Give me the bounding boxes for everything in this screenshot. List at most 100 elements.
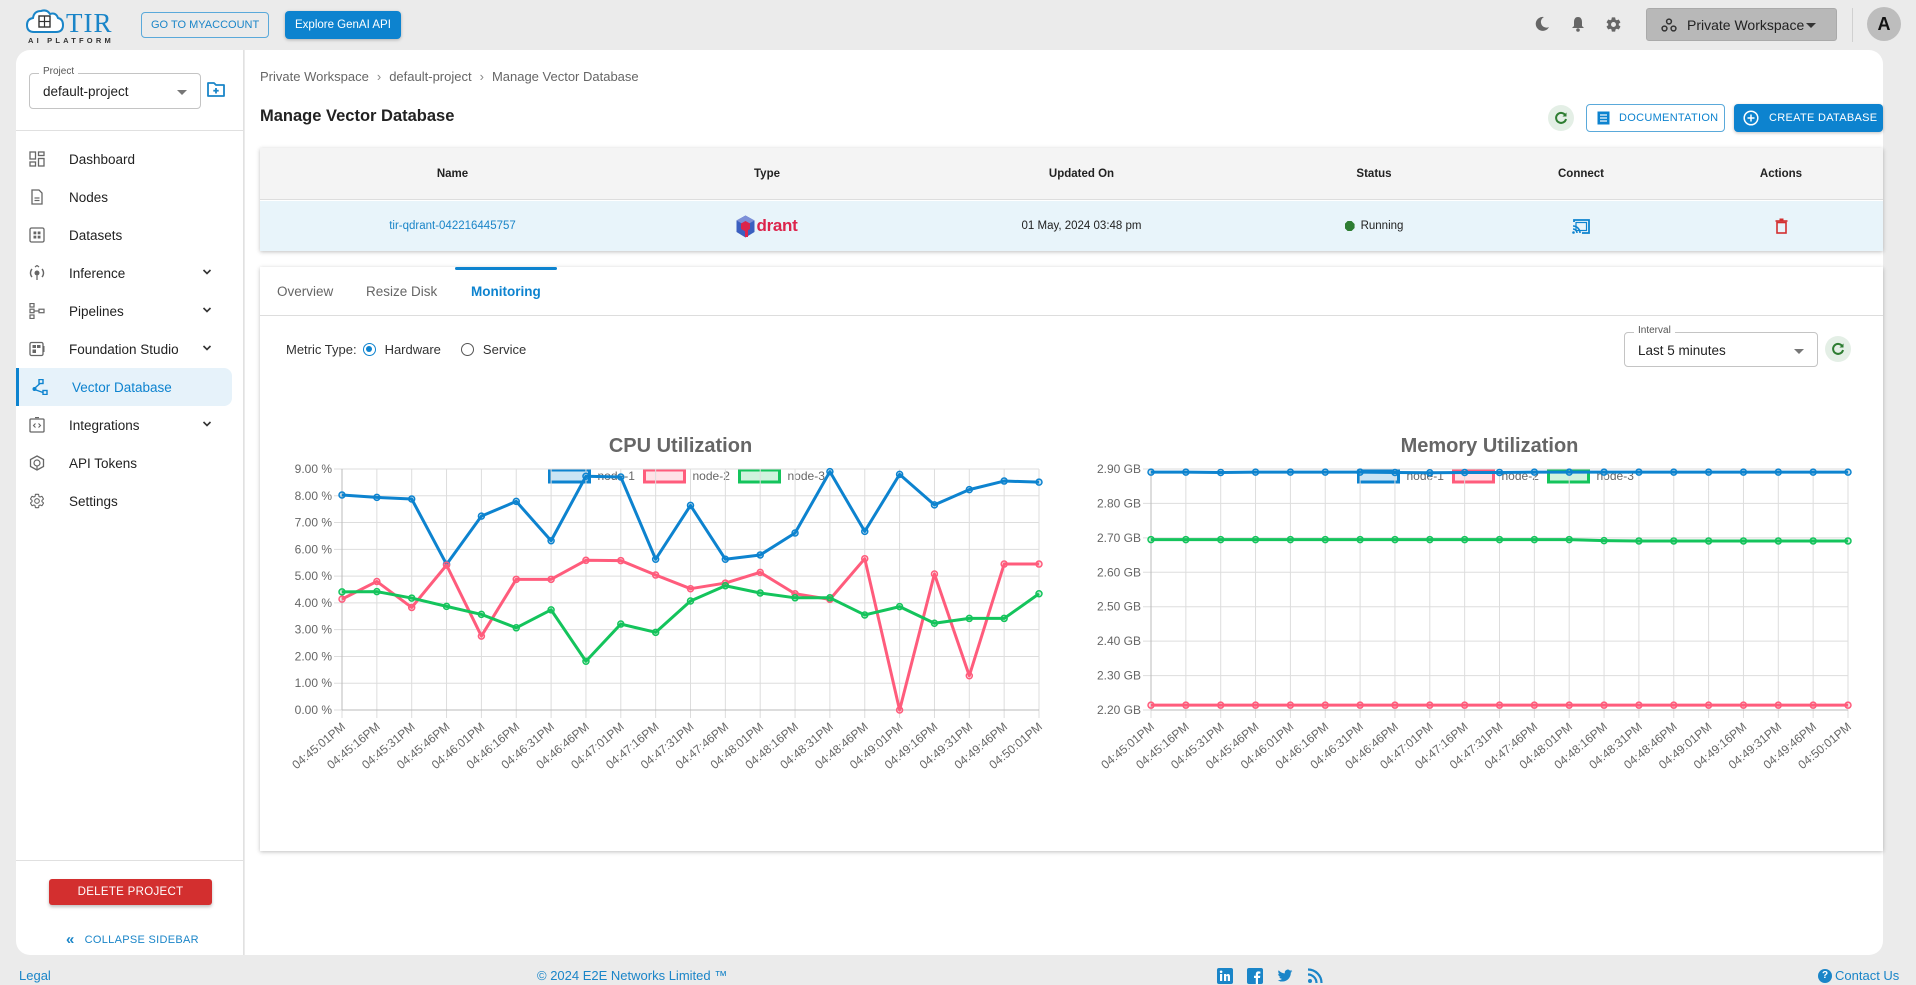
caret-down-icon	[1794, 349, 1804, 354]
chevron-down-icon	[202, 269, 212, 275]
y-tick-label: 3.00 %	[295, 623, 333, 637]
data-point-node-1	[791, 529, 799, 537]
moon-icon[interactable]	[1532, 14, 1552, 34]
chevron-down-icon	[202, 421, 212, 427]
table-row[interactable]: tir-qdrant-042216445757 drant 01 May, 20…	[260, 201, 1883, 251]
data-point-node-1	[895, 470, 904, 479]
create-database-button[interactable]: CREATE DATABASE	[1734, 104, 1883, 132]
sidebar-item-integrations[interactable]: Integrations	[16, 406, 244, 444]
delete-project-button[interactable]: DELETE PROJECT	[49, 879, 212, 905]
database-type-cell: drant	[645, 201, 889, 251]
legal-link[interactable]: Legal	[19, 968, 51, 983]
explore-genai-api-button[interactable]: Explore GenAI API	[285, 11, 401, 39]
delete-icon[interactable]	[1775, 218, 1788, 234]
legend-label: node-2	[693, 469, 731, 483]
data-point-node-2	[338, 595, 346, 603]
social-links	[1217, 968, 1323, 984]
data-point-node-1	[1739, 468, 1748, 476]
breadcrumb-item[interactable]: Private Workspace	[260, 69, 369, 84]
data-point-node-3	[1182, 535, 1190, 544]
cast-connect-icon[interactable]	[1571, 218, 1591, 235]
twitter-icon[interactable]	[1277, 968, 1293, 984]
gear-icon[interactable]	[1603, 14, 1623, 34]
avatar[interactable]: A	[1867, 7, 1901, 41]
studio-icon	[29, 341, 45, 357]
cloud-logo-icon	[26, 9, 64, 33]
add-folder-icon[interactable]	[207, 81, 225, 97]
data-point-node-2	[1251, 701, 1260, 709]
connect-cell	[1474, 201, 1688, 251]
data-point-node-3	[1600, 536, 1608, 545]
sidebar-item-datasets[interactable]: Datasets	[16, 216, 244, 254]
radio-service[interactable]	[460, 343, 474, 356]
add-circle-icon	[1743, 110, 1759, 126]
project-select[interactable]: Project default-project	[29, 66, 201, 109]
column-header-name: Name	[436, 167, 469, 180]
sidebar-item-pipelines[interactable]: Pipelines	[16, 292, 244, 330]
sidebar-item-foundation-studio[interactable]: Foundation Studio	[16, 330, 244, 368]
sidebar-item-label: Nodes	[69, 189, 109, 205]
data-point-node-3	[1286, 535, 1295, 544]
sidebar-item-label: Integrations	[69, 417, 140, 433]
sidebar-item-label: Inference	[69, 265, 126, 281]
database-name-link[interactable]: tir-qdrant-042216445757	[389, 220, 516, 232]
sidebar-item-nodes[interactable]: Nodes	[16, 178, 244, 216]
data-point-node-3	[1809, 537, 1817, 545]
legend-swatch	[643, 468, 686, 484]
data-point-node-3	[1035, 590, 1043, 598]
data-point-node-2	[1321, 701, 1329, 709]
sidebar-item-vector-database[interactable]: Vector Database	[16, 368, 232, 406]
breadcrumb-item[interactable]: default-project	[389, 69, 471, 84]
data-point-node-1	[930, 501, 939, 509]
data-point-node-1	[756, 551, 764, 559]
rss-icon[interactable]	[1307, 968, 1323, 984]
sidebar-item-api-tokens[interactable]: API Tokens	[16, 444, 244, 482]
data-point-node-2	[547, 575, 555, 584]
data-point-node-3	[895, 602, 904, 611]
data-point-node-1	[861, 527, 869, 536]
data-point-node-3	[1565, 535, 1573, 544]
vector-icon	[32, 379, 48, 395]
data-point-node-1	[338, 491, 346, 499]
metric-type-group: Metric Type: Hardware Service	[286, 342, 526, 357]
sidebar-item-dashboard[interactable]: Dashboard	[16, 140, 244, 178]
data-point-node-1	[1635, 468, 1643, 476]
interval-select-value: Last 5 minutes	[1638, 343, 1726, 358]
tab-resize-disk[interactable]: Resize Disk	[366, 267, 437, 316]
data-point-node-2	[1286, 701, 1295, 709]
contact-us-link[interactable]: ? Contact Us	[1818, 968, 1899, 983]
data-point-node-1	[373, 493, 381, 502]
workspace-selector[interactable]: Private Workspace	[1646, 8, 1837, 41]
interval-select[interactable]: Interval Last 5 minutes	[1624, 325, 1818, 367]
tir-logo[interactable]: TIR AI PLATFORM	[26, 6, 118, 45]
sidebar-item-label: Dashboard	[69, 151, 136, 167]
documentation-button[interactable]: DOCUMENTATION	[1586, 104, 1725, 132]
data-point-node-3	[338, 588, 346, 596]
refresh-metrics-button[interactable]	[1825, 336, 1851, 362]
facebook-icon[interactable]	[1247, 968, 1263, 984]
data-point-node-1	[1286, 468, 1295, 476]
tab-monitoring[interactable]: Monitoring	[471, 267, 541, 316]
collapse-sidebar-button[interactable]: « COLLAPSE SIDEBAR	[66, 931, 199, 948]
linkedin-icon[interactable]	[1217, 968, 1233, 984]
refresh-button[interactable]	[1548, 105, 1574, 131]
y-tick-label: 2.00 %	[295, 649, 333, 663]
radio-hardware[interactable]	[362, 343, 376, 356]
legend-swatch	[738, 468, 781, 484]
sidebar-item-settings[interactable]: Settings	[16, 482, 244, 520]
data-point-node-3	[617, 620, 625, 628]
token-icon	[29, 455, 45, 471]
bell-icon[interactable]	[1568, 14, 1588, 34]
data-point-node-1	[651, 555, 660, 563]
project-select-label: Project	[39, 66, 79, 77]
data-point-node-2	[756, 568, 764, 577]
y-tick-label: 1.00 %	[295, 676, 333, 690]
data-point-node-1	[1704, 468, 1713, 476]
sidebar-item-inference[interactable]: Inference	[16, 254, 244, 292]
go-to-myaccount-button[interactable]: GO TO MYACCOUNT	[141, 12, 270, 38]
data-point-node-1	[1216, 468, 1225, 477]
tab-overview[interactable]: Overview	[277, 267, 333, 316]
radio-service-label[interactable]: Service	[483, 342, 526, 357]
data-point-node-2	[1600, 701, 1608, 709]
radio-hardware-label[interactable]: Hardware	[385, 342, 441, 357]
